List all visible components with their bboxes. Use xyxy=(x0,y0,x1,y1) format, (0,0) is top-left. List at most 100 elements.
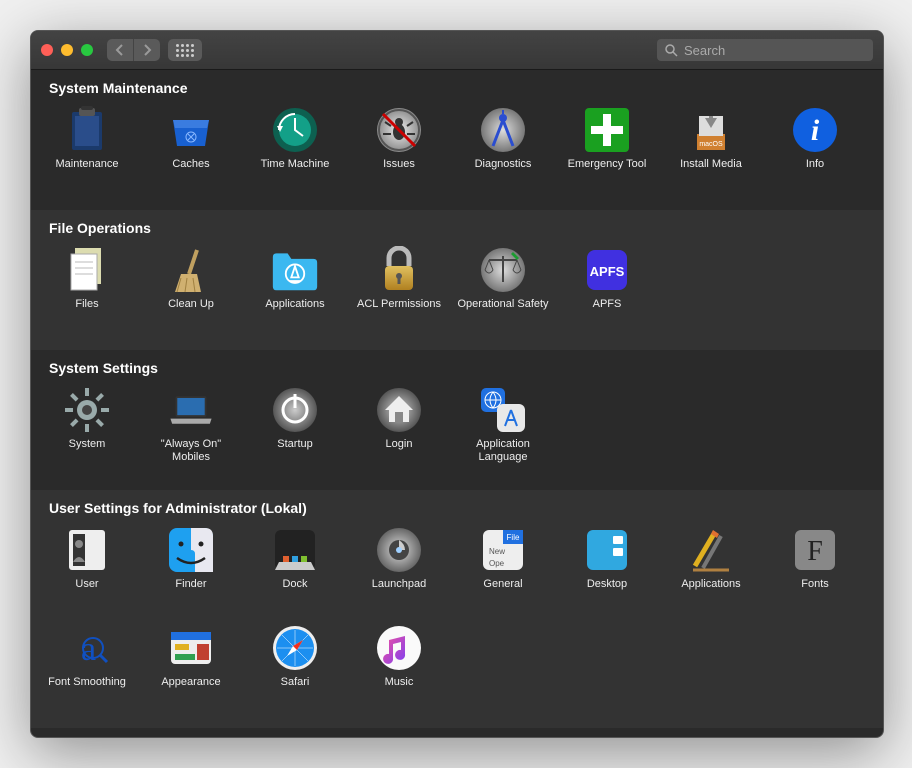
item-application-language[interactable]: Application Language xyxy=(451,382,555,480)
applications-folder-icon xyxy=(271,246,319,294)
item-applications-user[interactable]: Applications xyxy=(659,522,763,620)
section-title: System Maintenance xyxy=(31,76,883,102)
lock-icon xyxy=(375,246,423,294)
item-time-machine[interactable]: Time Machine xyxy=(243,102,347,200)
item-safari[interactable]: Safari xyxy=(243,620,347,718)
gear-icon xyxy=(63,386,111,434)
item-applications[interactable]: Applications xyxy=(243,242,347,340)
item-info[interactable]: i Info xyxy=(763,102,867,200)
traffic-lights xyxy=(41,44,93,56)
info-icon: i xyxy=(791,106,839,154)
search-input[interactable]: Search xyxy=(657,39,873,61)
section-system-maintenance: System Maintenance Maintenance Caches xyxy=(31,70,883,210)
preferences-window: Search System Maintenance Maintenance Ca… xyxy=(30,30,884,738)
item-finder[interactable]: Finder xyxy=(139,522,243,620)
titlebar: Search xyxy=(31,31,883,70)
label: Music xyxy=(385,676,414,689)
label: Clean Up xyxy=(168,298,214,311)
label: APFS xyxy=(593,298,622,311)
item-diagnostics[interactable]: Diagnostics xyxy=(451,102,555,200)
section-title: System Settings xyxy=(31,356,883,382)
item-music[interactable]: Music xyxy=(347,620,451,718)
label: Font Smoothing xyxy=(48,676,126,689)
label: Desktop xyxy=(587,578,627,591)
item-desktop[interactable]: Desktop xyxy=(555,522,659,620)
apfs-icon: APFS xyxy=(583,246,631,294)
svg-text:macOS: macOS xyxy=(699,141,723,148)
minimize-button[interactable] xyxy=(61,44,73,56)
label: Files xyxy=(75,298,98,311)
row: Maintenance Caches Time Machine xyxy=(31,102,883,200)
label: Emergency Tool xyxy=(568,158,647,171)
item-files[interactable]: Files xyxy=(35,242,139,340)
label: Fonts xyxy=(801,578,829,591)
label: Caches xyxy=(172,158,209,171)
svg-text:New: New xyxy=(489,547,505,556)
item-login[interactable]: Login xyxy=(347,382,451,480)
show-all-button[interactable] xyxy=(168,39,202,61)
scales-icon xyxy=(479,246,527,294)
label: Applications xyxy=(265,298,324,311)
item-general[interactable]: FileNewOpe General xyxy=(451,522,555,620)
compass-tool-icon xyxy=(479,106,527,154)
chevron-right-icon xyxy=(142,44,152,56)
item-operational-safety[interactable]: Operational Safety xyxy=(451,242,555,340)
label: Dock xyxy=(282,578,307,591)
search-placeholder: Search xyxy=(684,43,725,58)
item-clean-up[interactable]: Clean Up xyxy=(139,242,243,340)
item-acl-permissions[interactable]: ACL Permissions xyxy=(347,242,451,340)
item-emergency-tool[interactable]: Emergency Tool xyxy=(555,102,659,200)
item-issues[interactable]: Issues xyxy=(347,102,451,200)
safari-icon xyxy=(271,624,319,672)
item-launchpad[interactable]: Launchpad xyxy=(347,522,451,620)
svg-text:i: i xyxy=(811,114,820,147)
fonts-icon: F xyxy=(791,526,839,574)
label: Appearance xyxy=(161,676,220,689)
forward-button[interactable] xyxy=(134,39,160,61)
svg-text:F: F xyxy=(807,536,823,567)
section-file-operations: File Operations Files Clean Up xyxy=(31,210,883,350)
zoom-button[interactable] xyxy=(81,44,93,56)
time-machine-icon xyxy=(271,106,319,154)
item-apfs[interactable]: APFS APFS xyxy=(555,242,659,340)
app-language-icon xyxy=(479,386,527,434)
label: Finder xyxy=(175,578,206,591)
body: System Maintenance Maintenance Caches xyxy=(31,70,883,738)
svg-text:Ope: Ope xyxy=(489,559,505,568)
label: General xyxy=(483,578,522,591)
desktop-icon xyxy=(583,526,631,574)
section-title: User Settings for Administrator (Lokal) xyxy=(31,496,883,522)
item-fonts[interactable]: F Fonts xyxy=(763,522,867,620)
bin-icon xyxy=(167,106,215,154)
launchpad-icon xyxy=(375,526,423,574)
back-button[interactable] xyxy=(107,39,134,61)
font-smoothing-icon: a xyxy=(63,624,111,672)
finder-icon xyxy=(167,526,215,574)
label: Login xyxy=(386,438,413,451)
item-system[interactable]: System xyxy=(35,382,139,480)
item-maintenance[interactable]: Maintenance xyxy=(35,102,139,200)
appearance-icon xyxy=(167,624,215,672)
label: Application Language xyxy=(453,438,553,464)
item-install-media[interactable]: macOS Install Media xyxy=(659,102,763,200)
row: User Finder Dock xyxy=(31,522,883,718)
label: Safari xyxy=(281,676,310,689)
files-icon xyxy=(63,246,111,294)
item-appearance[interactable]: Appearance xyxy=(139,620,243,718)
broom-icon xyxy=(167,246,215,294)
close-button[interactable] xyxy=(41,44,53,56)
label: Maintenance xyxy=(56,158,119,171)
item-always-on-mobiles[interactable]: "Always On" Mobiles xyxy=(139,382,243,480)
section-title: File Operations xyxy=(31,216,883,242)
item-user[interactable]: User xyxy=(35,522,139,620)
label: Issues xyxy=(383,158,415,171)
item-caches[interactable]: Caches xyxy=(139,102,243,200)
label: System xyxy=(69,438,106,451)
item-dock[interactable]: Dock xyxy=(243,522,347,620)
applications-icon xyxy=(687,526,735,574)
item-font-smoothing[interactable]: a Font Smoothing xyxy=(35,620,139,718)
general-icon: FileNewOpe xyxy=(479,526,527,574)
emergency-icon xyxy=(583,106,631,154)
item-startup[interactable]: Startup xyxy=(243,382,347,480)
power-icon xyxy=(271,386,319,434)
